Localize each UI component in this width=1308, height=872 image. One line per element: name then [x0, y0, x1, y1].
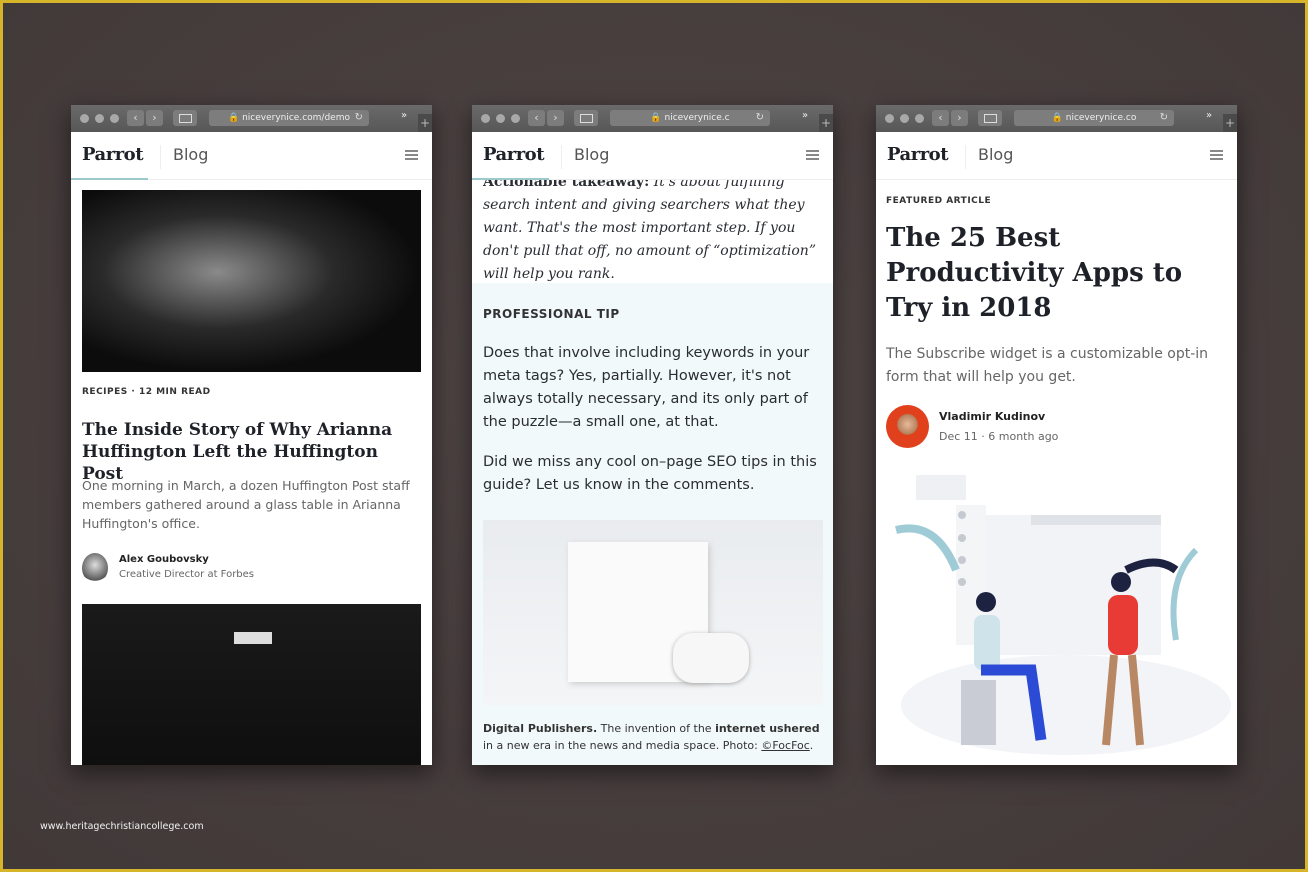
active-underline: [472, 178, 549, 180]
maximize-window-dot[interactable]: [511, 114, 520, 123]
article-image: [82, 604, 421, 765]
more-chevron-icon[interactable]: »: [1206, 110, 1212, 121]
back-button[interactable]: ‹: [528, 110, 545, 126]
hamburger-menu-icon[interactable]: [405, 150, 418, 160]
browser-toolbar: ‹ › 🔒 niceverynice.co ↻ » +: [876, 105, 1237, 132]
takeaway-text: It's about fulfilling search intent and …: [483, 174, 816, 282]
close-window-dot[interactable]: [80, 114, 89, 123]
console-photo: [483, 520, 823, 705]
browser-toolbar: ‹ › 🔒 niceverynice.c ↻ » +: [472, 105, 833, 132]
reload-icon[interactable]: ↻: [1160, 110, 1168, 126]
author-role: Creative Director at Forbes: [119, 569, 255, 580]
featured-excerpt: The Subscribe widget is a customizable o…: [886, 346, 1209, 385]
photo-credit-link[interactable]: ©FocFoc: [761, 739, 809, 752]
address-bar[interactable]: 🔒 niceverynice.co ↻: [1014, 110, 1174, 126]
new-tab-button[interactable]: +: [418, 114, 432, 132]
nav-blog[interactable]: Blog: [965, 145, 1013, 169]
reload-icon[interactable]: ↻: [355, 110, 363, 126]
sidebar-toggle-icon[interactable]: [173, 110, 197, 126]
more-chevron-icon[interactable]: »: [802, 110, 808, 121]
article-excerpt: One morning in March, a dozen Huffington…: [82, 478, 410, 531]
site-logo[interactable]: Parrot: [82, 144, 144, 165]
professional-tip-box: PROFESSIONAL TIP Does that involve inclu…: [472, 283, 833, 765]
reload-icon[interactable]: ↻: [756, 110, 764, 126]
nav-blog[interactable]: Blog: [561, 145, 609, 169]
back-button[interactable]: ‹: [932, 110, 949, 126]
back-button[interactable]: ‹: [127, 110, 144, 126]
more-chevron-icon[interactable]: »: [401, 110, 407, 121]
browser-window-1: ‹ › 🔒 niceverynice.com/demo ↻ » + Parrot …: [71, 105, 432, 765]
watermark-text: www.heritagechristiancollege.com: [40, 821, 204, 832]
browser-window-3: ‹ › 🔒 niceverynice.co ↻ » + Parrot Blog F…: [876, 105, 1237, 765]
site-logo[interactable]: Parrot: [887, 144, 949, 165]
photo-caption: Digital Publishers. The invention of the…: [483, 722, 820, 752]
article-meta: RECIPES · 12 MIN READ: [82, 387, 211, 397]
author-name[interactable]: Vladimir Kudinov: [939, 410, 1045, 423]
author-avatar: [82, 553, 108, 583]
hamburger-menu-icon[interactable]: [806, 150, 819, 160]
maximize-window-dot[interactable]: [110, 114, 119, 123]
featured-label: FEATURED ARTICLE: [886, 196, 992, 206]
featured-title[interactable]: The 25 Best Productivity Apps to Try in …: [886, 221, 1216, 326]
forward-button[interactable]: ›: [951, 110, 968, 126]
minimize-window-dot[interactable]: [95, 114, 104, 123]
address-bar[interactable]: 🔒 niceverynice.c ↻: [610, 110, 770, 126]
sidebar-toggle-icon[interactable]: [574, 110, 598, 126]
author-avatar: [886, 405, 929, 448]
site-header: Parrot Blog: [71, 132, 432, 180]
browser-toolbar: ‹ › 🔒 niceverynice.com/demo ↻ » +: [71, 105, 432, 132]
minimize-window-dot[interactable]: [900, 114, 909, 123]
close-window-dot[interactable]: [885, 114, 894, 123]
site-logo[interactable]: Parrot: [483, 144, 545, 165]
forward-button[interactable]: ›: [547, 110, 564, 126]
post-date: Dec 11 · 6 month ago: [939, 430, 1059, 443]
new-tab-button[interactable]: +: [819, 114, 833, 132]
close-window-dot[interactable]: [481, 114, 490, 123]
sidebar-toggle-icon[interactable]: [978, 110, 1002, 126]
hamburger-menu-icon[interactable]: [1210, 150, 1223, 160]
minimize-window-dot[interactable]: [496, 114, 505, 123]
active-underline: [71, 178, 148, 180]
tip-paragraph: Does that involve including keywords in …: [483, 345, 810, 430]
productivity-illustration: [895, 475, 1231, 755]
browser-window-2: ‹ › 🔒 niceverynice.c ↻ » + Parrot Blog Ac…: [472, 105, 833, 765]
new-tab-button[interactable]: +: [1223, 114, 1237, 132]
maximize-window-dot[interactable]: [915, 114, 924, 123]
article-image: [82, 190, 421, 372]
forward-button[interactable]: ›: [146, 110, 163, 126]
tip-label: PROFESSIONAL TIP: [483, 307, 620, 321]
site-header: Parrot Blog: [876, 132, 1237, 180]
address-bar[interactable]: 🔒 niceverynice.com/demo ↻: [209, 110, 369, 126]
tip-paragraph: Did we miss any cool on–page SEO tips in…: [483, 454, 817, 493]
site-header: Parrot Blog: [472, 132, 833, 180]
nav-blog[interactable]: Blog: [160, 145, 208, 169]
author-name[interactable]: Alex Goubovsky: [119, 554, 209, 565]
